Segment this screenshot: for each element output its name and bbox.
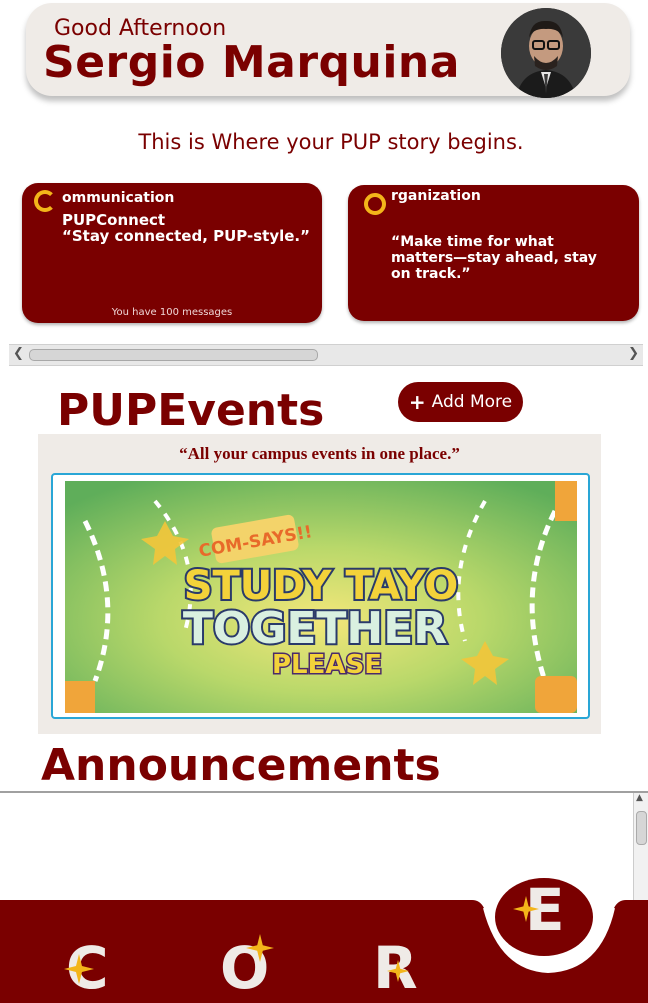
sparkle-icon [246, 934, 274, 962]
user-name: Sergio Marquina [43, 37, 460, 88]
card-title: rganization [391, 188, 481, 204]
plus-icon: + [408, 390, 426, 414]
events-heading: PUPEvents [57, 385, 325, 436]
scrollbar-thumb[interactable] [29, 349, 318, 361]
scroll-up-icon[interactable]: ▲ [636, 793, 643, 803]
nav-item-e[interactable]: E [495, 876, 593, 956]
sparkle-icon [387, 960, 409, 982]
sparkle-icon [64, 954, 94, 984]
o-ring-icon [364, 193, 386, 215]
message-count: You have 100 messages [111, 307, 233, 318]
tagline: This is Where your PUP story begins. [138, 130, 524, 154]
add-more-button[interactable]: + Add More [398, 382, 523, 422]
card-quote: “Make time for what matters—stay ahead, … [391, 234, 597, 282]
card-quote: “Stay connected, PUP-style.” [62, 227, 310, 245]
horizontal-scrollbar[interactable]: ❮ ❯ [9, 344, 643, 366]
event-banner-image: COM-SAYS!! STUDY TAYO TOGETHER PLEASE [65, 481, 577, 713]
nav-item-o[interactable]: O [220, 934, 274, 1002]
communication-card[interactable]: ommunication PUPConnect “Stay connected,… [22, 183, 322, 323]
banner-line-4: PLEASE [272, 650, 382, 680]
scroll-left-icon[interactable]: ❮ [13, 346, 24, 361]
avatar[interactable] [501, 8, 591, 98]
vertical-scrollbar[interactable]: ▲ [633, 793, 648, 911]
card-subtitle: PUPConnect [62, 211, 166, 229]
greeting-card: Good Afternoon Sergio Marquina [26, 3, 630, 98]
event-card[interactable]: COM-SAYS!! STUDY TAYO TOGETHER PLEASE [51, 473, 590, 719]
announcements-heading: Announcements [41, 740, 441, 791]
banner-line-3: TOGETHER [183, 603, 447, 654]
bottom-navigation: C O R E [0, 876, 648, 1003]
c-ring-icon [34, 190, 56, 212]
events-quote: “All your campus events in one place.” [179, 444, 460, 463]
nav-item-c[interactable]: C [64, 934, 109, 1002]
organization-card[interactable]: rganization “Make time for what matters—… [348, 185, 639, 321]
card-title: ommunication [62, 190, 175, 206]
nav-item-r[interactable]: R [373, 934, 418, 1002]
add-more-label: Add More [431, 392, 513, 412]
scrollbar-thumb[interactable] [636, 811, 647, 845]
sparkle-icon [513, 896, 539, 922]
scroll-right-icon[interactable]: ❯ [628, 346, 639, 361]
events-panel: “All your campus events in one place.” C… [38, 434, 601, 734]
